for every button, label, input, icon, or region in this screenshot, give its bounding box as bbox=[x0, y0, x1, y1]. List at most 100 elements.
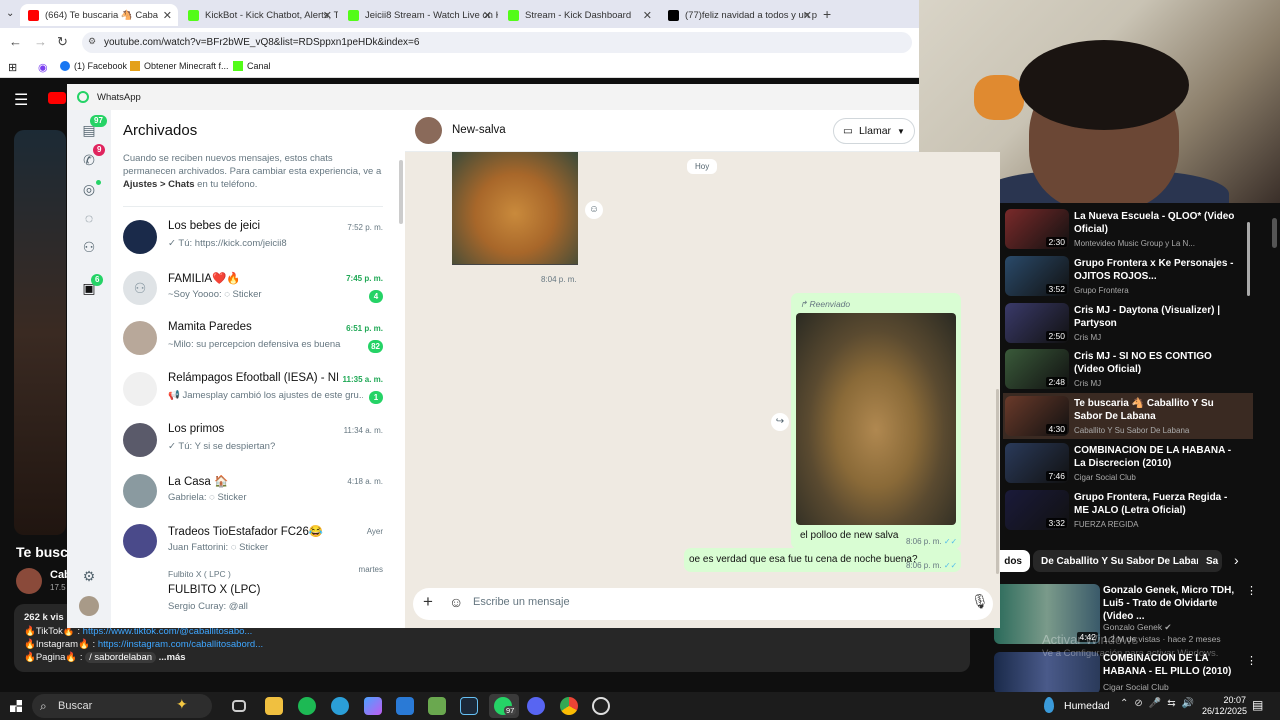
browser-tab[interactable]: KickBot - Kick Chatbot, Alerts, T ✕ bbox=[180, 4, 338, 26]
chat-time: martes bbox=[358, 564, 383, 574]
site-info-icon[interactable]: ⚙ bbox=[88, 36, 96, 47]
channels-icon[interactable]: ◌ bbox=[80, 210, 98, 228]
chat-list-item[interactable]: Relámpagos Efootball (IESA) - NE... 11:35… bbox=[111, 364, 391, 414]
close-tab-icon[interactable]: ✕ bbox=[483, 9, 492, 22]
playlist-item[interactable]: 4:30 Te buscaria 🐴 Caballito Y Su Sabor D… bbox=[1003, 393, 1253, 440]
browser-tab[interactable]: (664) Te buscaria 🐴 Caba ✕ bbox=[20, 4, 178, 26]
call-button[interactable]: ▭ Llamar ▼ bbox=[833, 118, 915, 144]
chat-name: Los bebes de jeici bbox=[168, 220, 261, 232]
sticker-icon[interactable]: ☺ bbox=[449, 594, 463, 610]
video-player[interactable] bbox=[14, 130, 66, 535]
menu-icon[interactable]: ☰ bbox=[14, 90, 28, 110]
notifications-icon[interactable]: ▤ bbox=[1252, 698, 1263, 712]
settings-icon[interactable]: ⚙ bbox=[80, 568, 98, 586]
microphone-icon[interactable]: 🎙 bbox=[971, 593, 989, 610]
playlist-item[interactable]: 3:52 Grupo Frontera x Ke Personajes - OJI… bbox=[1003, 253, 1253, 299]
channel-avatar[interactable] bbox=[16, 568, 42, 594]
instagram-link[interactable]: https://instagram.com/caballitosabord... bbox=[98, 639, 263, 650]
chat-list-item[interactable]: FULBITO X (LPC) martes Sergio Curay: @all F… bbox=[111, 564, 391, 617]
close-tab-icon[interactable]: ✕ bbox=[643, 9, 652, 22]
forward-icon[interactable]: → bbox=[34, 34, 47, 49]
playlist-item[interactable]: 2:30 La Nueva Escuela - QLOO* (Video Ofic… bbox=[1003, 206, 1253, 252]
toy-figure bbox=[974, 75, 1024, 120]
playlist-item[interactable]: 3:32 Grupo Frontera, Fuerza Regida - ME J… bbox=[1003, 487, 1253, 533]
playlist-item[interactable]: 7:46 COMBINACION DE LA HABANA - La Discre… bbox=[1003, 440, 1253, 486]
chat-list-item[interactable]: Los primos 11:34 a. m. ✓ Tú: Y si se despi… bbox=[111, 415, 391, 465]
browser-tab[interactable]: Jeicii8 Stream - Watch Live on K ✕ bbox=[340, 4, 498, 26]
facebook-page-link[interactable]: / sabordelaban bbox=[85, 652, 157, 663]
copilot-icon[interactable] bbox=[364, 697, 382, 715]
bookmark-canal[interactable]: Canal bbox=[233, 61, 271, 71]
discord-icon[interactable] bbox=[527, 697, 545, 715]
chip-more[interactable]: Sa bbox=[1198, 550, 1222, 572]
file-explorer-icon[interactable] bbox=[265, 697, 283, 715]
edge-icon[interactable] bbox=[331, 697, 349, 715]
bookmark-facebook[interactable]: (1) Facebook bbox=[60, 61, 127, 71]
playlist-item[interactable]: 2:48 Cris MJ - SI NO ES CONTIGO (Video Of… bbox=[1003, 346, 1253, 392]
bookmark-minecraft[interactable]: Obtener Minecraft f... bbox=[130, 61, 229, 71]
message-composer: + ☺ Escribe un mensaje 🎙 bbox=[405, 582, 1000, 628]
chrome-icon[interactable] bbox=[560, 697, 578, 715]
status-icon[interactable]: ◎ bbox=[80, 181, 98, 199]
chat-last-message: ✓ Tú: https://kick.com/jeicii8 bbox=[168, 238, 287, 249]
whatsapp-nav-rail: ▤ 97 ✆ 9 ◎ ◌ ⚇ ▣ 6 ⚙ bbox=[67, 110, 111, 628]
taskbar-clock[interactable]: 20:07 26/12/2025 bbox=[1202, 695, 1247, 717]
food-image[interactable] bbox=[796, 313, 956, 525]
chip-channel[interactable]: De Caballito Y Su Sabor De Labana bbox=[1033, 550, 1216, 572]
view-count: 262 k vis bbox=[24, 612, 64, 623]
youtube-logo-icon[interactable] bbox=[48, 92, 66, 104]
new-tab-icon[interactable]: + bbox=[823, 6, 831, 22]
browser-tab[interactable]: (77)feliz navidad a todos y un p ✕ bbox=[660, 4, 818, 26]
browser-tab[interactable]: Stream - Kick Dashboard ✕ bbox=[500, 4, 658, 26]
profile-avatar[interactable] bbox=[79, 596, 99, 616]
playlist-item[interactable]: 2:50 Cris MJ - Daytona (Visualizer) | Par… bbox=[1003, 300, 1253, 346]
close-tab-icon[interactable]: ✕ bbox=[323, 9, 332, 22]
back-icon[interactable]: ← bbox=[9, 34, 22, 49]
messenger-icon[interactable]: ◉ bbox=[38, 61, 48, 74]
archived-chat-list: Archivados Cuando se reciben nuevos mens… bbox=[111, 110, 404, 628]
chat-list-item[interactable]: Los bebes de jeici 7:52 p. m. ✓ Tú: https:… bbox=[111, 212, 391, 262]
weather-widget[interactable]: Humedad bbox=[1064, 700, 1110, 712]
url-field[interactable]: youtube.com/watch?v=BFr2bWE_vQ8&list=RDS… bbox=[82, 32, 912, 53]
cat-image[interactable] bbox=[452, 152, 578, 264]
chat-list-item[interactable]: ⚇ FAMILIA❤️🔥 7:45 p. m. ~Soy Yoooo: ◌ Stick… bbox=[111, 263, 391, 313]
emoji-react-icon[interactable]: ☺ bbox=[585, 201, 603, 219]
forward-share-icon[interactable]: ↪ bbox=[771, 413, 789, 431]
spotify-icon[interactable] bbox=[298, 697, 316, 715]
apps-icon[interactable]: ⊞ bbox=[8, 61, 17, 74]
chat-avatar bbox=[123, 422, 157, 457]
conversation-scrollbar[interactable] bbox=[996, 389, 999, 574]
tray-icons[interactable]: ⌃⊘🎤⇆🔊 bbox=[1120, 698, 1200, 709]
conversation-header[interactable]: New-salva ▭ Llamar ▼ bbox=[405, 110, 919, 152]
chat-list-item[interactable]: La Casa 🏠 4:18 a. m. Gabriela: ◌ Sticker bbox=[111, 466, 391, 516]
chat-list-item[interactable]: Tradeos TioEstafador FC26😂 Ayer Juan Fatto… bbox=[111, 516, 391, 566]
playlist-scroll-thumb[interactable] bbox=[1247, 222, 1250, 296]
task-view-icon[interactable] bbox=[232, 700, 246, 712]
chevron-right-icon[interactable]: › bbox=[1234, 552, 1239, 568]
message-time-text: 8:06 p. m. bbox=[906, 561, 942, 570]
more-options-icon[interactable]: ⋮ bbox=[1246, 584, 1257, 597]
close-tab-icon[interactable]: ✕ bbox=[163, 9, 172, 22]
playlist-thumbnail: 3:52 bbox=[1005, 255, 1069, 296]
chat-list-scrollbar[interactable] bbox=[399, 160, 403, 224]
playlist-item-channel: Cris MJ bbox=[1074, 332, 1102, 342]
tab-search-icon[interactable]: ⌄ bbox=[6, 8, 14, 19]
obs-icon[interactable] bbox=[592, 697, 610, 715]
mail-icon[interactable] bbox=[396, 697, 414, 715]
communities-icon[interactable]: ⚇ bbox=[80, 239, 98, 257]
chat-time: Ayer bbox=[366, 527, 383, 537]
attach-icon[interactable]: + bbox=[423, 592, 433, 612]
contact-avatar[interactable] bbox=[415, 117, 442, 144]
close-tab-icon[interactable]: ✕ bbox=[803, 9, 812, 22]
more-options-icon[interactable]: ⋮ bbox=[1246, 654, 1257, 667]
page-scroll-thumb[interactable] bbox=[1272, 218, 1277, 248]
page-scrollbar[interactable] bbox=[1270, 203, 1280, 692]
reload-icon[interactable]: ↻ bbox=[57, 34, 68, 50]
store-icon[interactable] bbox=[428, 697, 446, 715]
steam-icon[interactable] bbox=[460, 697, 478, 715]
contact-name[interactable]: New-salva bbox=[452, 124, 506, 136]
show-more-button[interactable]: ...más bbox=[159, 652, 186, 663]
chat-list-item[interactable]: Mamita Paredes 6:51 p. m. ~Milo: su percep… bbox=[111, 313, 391, 363]
message-input[interactable]: Escribe un mensaje bbox=[473, 596, 570, 608]
video-duration: 2:48 bbox=[1046, 377, 1067, 388]
